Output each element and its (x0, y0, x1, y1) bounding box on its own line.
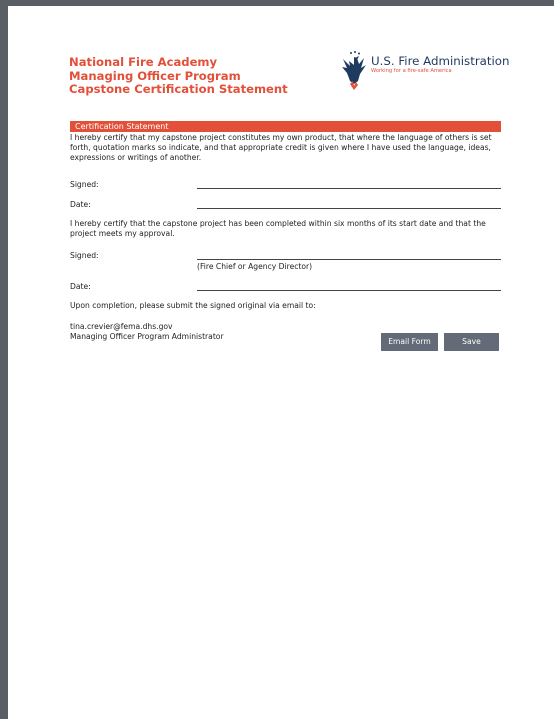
eagle-icon (342, 51, 366, 90)
submit-instructions: Upon completion, please submit the signe… (70, 301, 316, 310)
document-header: National Fire Academy Managing Officer P… (69, 55, 288, 97)
save-button[interactable]: Save (444, 333, 499, 351)
header-line-statement: Capstone Certification Statement (69, 82, 288, 96)
signature-line-1[interactable] (197, 188, 501, 189)
signer-caption: (Fire Chief or Agency Director) (197, 262, 313, 271)
contact-title: Managing Officer Program Administrator (70, 332, 224, 341)
signed-label-2: Signed: (70, 251, 99, 260)
date-line-2[interactable] (197, 290, 501, 291)
date-label-2: Date: (70, 282, 91, 291)
contact-email: tina.crevier@fema.dhs.gov (70, 322, 173, 331)
signature-line-2[interactable] (197, 259, 501, 260)
date-label-1: Date: (70, 200, 91, 209)
email-form-button[interactable]: Email Form (381, 333, 438, 351)
section-bar: Certification Statement (70, 121, 501, 132)
logo-name: U.S. Fire Administration (371, 54, 510, 68)
date-line-1[interactable] (197, 208, 501, 209)
usfa-logo: U.S. Fire Administration Working for a f… (340, 50, 510, 92)
logo-tagline: Working for a fire-safe America (371, 68, 452, 74)
header-line-academy: National Fire Academy (69, 55, 218, 69)
approval-paragraph: I hereby certify that the capstone proje… (70, 219, 486, 239)
certification-paragraph: I hereby certify that my capstone projec… (70, 133, 492, 163)
header-line-program: Managing Officer Program (69, 68, 241, 83)
document-page: National Fire Academy Managing Officer P… (8, 6, 554, 719)
signed-label-1: Signed: (70, 180, 99, 189)
